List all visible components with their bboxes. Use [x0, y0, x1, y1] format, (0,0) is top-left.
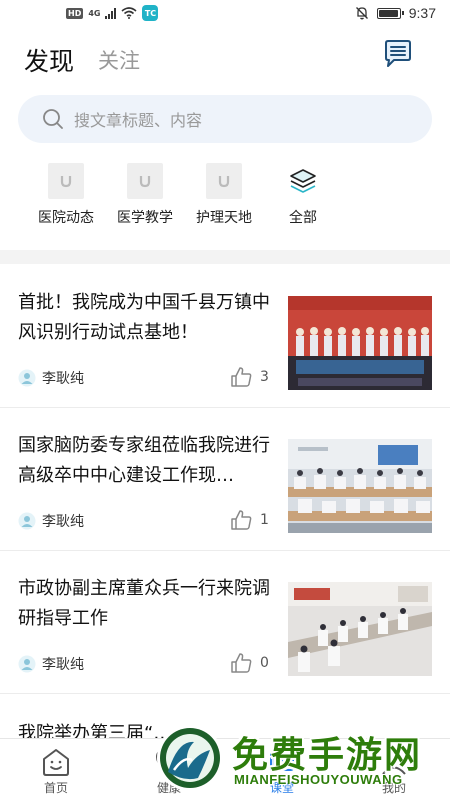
- category-label: 医学教学: [117, 210, 173, 226]
- article-author: 李耿纯: [18, 511, 84, 531]
- nav-classroom[interactable]: 课堂: [242, 747, 322, 796]
- home-face-icon: [43, 749, 69, 776]
- app-notification-icon: TC: [142, 5, 159, 21]
- status-left: HD 4G TC: [66, 5, 159, 21]
- like-count: 3: [260, 369, 269, 385]
- status-bar: HD 4G TC 9:37: [0, 0, 450, 26]
- category-all[interactable]: 全部: [263, 163, 343, 227]
- nav-label: 健康: [156, 781, 181, 795]
- avatar-icon: [18, 369, 36, 387]
- like-count: 1: [260, 512, 269, 528]
- header: 发现 关注: [24, 36, 426, 84]
- like-count: 0: [260, 655, 269, 671]
- battery-icon: [376, 7, 404, 19]
- like-button[interactable]: 0: [230, 652, 269, 674]
- avatar-icon: [18, 512, 36, 530]
- wifi-icon: [121, 7, 138, 19]
- article-item[interactable]: 国家脑防委专家组莅临我院进行高级卒中中心建设工作现… 李耿纯 1: [0, 409, 450, 551]
- tab-follow[interactable]: 关注: [98, 45, 140, 75]
- thumbs-up-icon: [231, 510, 252, 530]
- article-author: 李耿纯: [18, 368, 84, 388]
- article-title: 首批！我院成为中国千县万镇中风识别行动试点基地！: [18, 292, 270, 343]
- health-icon: [155, 749, 183, 775]
- article-author: 李耿纯: [18, 654, 84, 674]
- status-right: 9:37: [355, 5, 436, 21]
- image-placeholder-icon: [127, 163, 163, 199]
- profile-icon: [382, 750, 406, 775]
- article-thumbnail: [288, 296, 432, 390]
- article-title: 国家脑防委专家组莅临我院进行高级卒中中心建设工作现…: [18, 435, 270, 486]
- author-name: 李耿纯: [42, 371, 84, 387]
- author-name: 李耿纯: [42, 514, 84, 530]
- category-label: 全部: [289, 210, 317, 226]
- mute-bell-icon: [355, 7, 368, 20]
- category-medical-teaching[interactable]: 医学教学: [105, 163, 185, 227]
- signal-icon: [105, 7, 117, 19]
- hd-badge: HD: [66, 7, 84, 19]
- message-button[interactable]: [382, 38, 414, 70]
- article-item[interactable]: 市政协副主席董众兵一行来院调研指导工作 李耿纯 0: [0, 552, 450, 694]
- like-button[interactable]: 1: [230, 509, 269, 531]
- thumbs-up-icon: [231, 367, 252, 387]
- nav-health[interactable]: 健康: [129, 747, 209, 796]
- nav-label: 我的: [381, 781, 406, 795]
- category-row: 医院动态 医学教学 护理天地 全部: [0, 163, 450, 233]
- article-thumbnail: [288, 582, 432, 676]
- category-label: 医院动态: [38, 210, 94, 226]
- nav-label: 首页: [43, 781, 68, 795]
- like-button[interactable]: 3: [230, 366, 269, 388]
- message-list-icon: [385, 40, 411, 67]
- category-label: 护理天地: [196, 210, 252, 226]
- search-placeholder: 搜文章标题、内容: [74, 111, 203, 130]
- app-root: HD 4G TC 9:37 发现 关注 搜文章标题、内容 医院动态 医学教学 护…: [0, 0, 450, 800]
- bottom-nav: 首页 健康 课堂 我的: [0, 738, 450, 800]
- image-placeholder-icon: [48, 163, 84, 199]
- classroom-icon: [270, 751, 294, 771]
- clock: 9:37: [408, 5, 436, 21]
- category-hospital-news[interactable]: 医院动态: [26, 163, 106, 227]
- tab-discover[interactable]: 发现: [24, 42, 74, 78]
- network-type: 4G: [88, 8, 101, 18]
- image-placeholder-icon: [206, 163, 242, 199]
- section-divider: [0, 250, 450, 264]
- author-name: 李耿纯: [42, 657, 84, 673]
- layers-icon: [285, 163, 321, 199]
- search-bar[interactable]: 搜文章标题、内容: [18, 95, 432, 143]
- nav-label: 课堂: [269, 781, 294, 795]
- battery-fill: [378, 9, 398, 17]
- article-thumbnail: [288, 439, 432, 533]
- nav-home[interactable]: 首页: [16, 747, 96, 796]
- category-nursing[interactable]: 护理天地: [184, 163, 264, 227]
- thumbs-up-icon: [231, 653, 252, 673]
- avatar-icon: [18, 655, 36, 673]
- article-item[interactable]: 首批！我院成为中国千县万镇中风识别行动试点基地！ 李耿纯 3: [0, 266, 450, 408]
- article-title: 市政协副主席董众兵一行来院调研指导工作: [18, 578, 270, 629]
- search-icon: [43, 109, 63, 129]
- nav-profile[interactable]: 我的: [354, 747, 434, 796]
